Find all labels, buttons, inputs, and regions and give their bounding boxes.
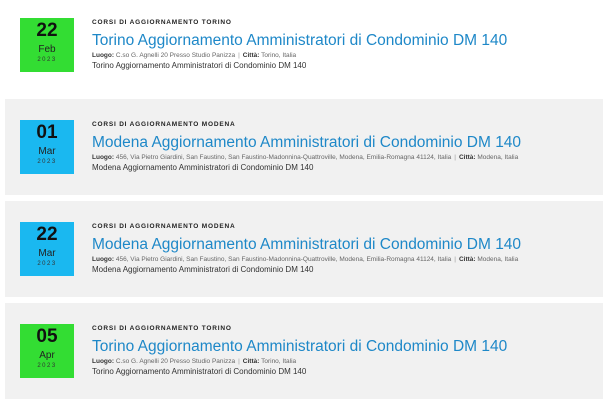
luogo-label: Luogo: (92, 358, 115, 365)
event-category: CORSI DI AGGIORNAMENTO TORINO (92, 19, 232, 26)
event-description: Modena Aggiornamento Amministratori di C… (92, 163, 314, 172)
event-day: 05 (36, 326, 58, 347)
meta-separator: | (454, 154, 456, 161)
luogo-value: C.so G. Agnelli 20 Presso Studio Panizza (115, 52, 236, 59)
event-item: 22 Mar 2023 CORSI DI AGGIORNAMENTO MODEN… (5, 201, 603, 297)
luogo-value: C.so G. Agnelli 20 Presso Studio Panizza (115, 358, 236, 365)
event-description: Torino Aggiornamento Amministratori di C… (92, 367, 307, 376)
citta-value: Torino, Italia (261, 52, 297, 59)
luogo-label: Luogo: (92, 256, 115, 263)
citta-label: Città: (242, 358, 260, 365)
event-content: CORSI DI AGGIORNAMENTO MODENA Modena Agg… (92, 121, 599, 173)
event-title-link[interactable]: Torino Aggiornamento Amministratori di C… (92, 337, 599, 356)
citta-value: Torino, Italia (261, 358, 297, 365)
event-item: 05 Apr 2023 CORSI DI AGGIORNAMENTO TORIN… (5, 303, 603, 399)
event-year: 2023 (37, 159, 57, 165)
event-location: Luogo: C.so G. Agnelli 20 Presso Studio … (92, 357, 599, 366)
meta-separator: | (238, 358, 240, 365)
event-year: 2023 (37, 261, 57, 267)
luogo-label: Luogo: (92, 52, 115, 59)
meta-separator: | (238, 52, 240, 59)
luogo-label: Luogo: (92, 154, 115, 161)
event-day: 22 (36, 20, 58, 41)
event-description: Torino Aggiornamento Amministratori di C… (92, 61, 307, 70)
date-badge: 22 Mar 2023 (20, 222, 74, 276)
event-day: 22 (36, 224, 58, 245)
event-location: Luogo: 456, Via Pietro Giardini, San Fau… (92, 255, 599, 264)
event-category: CORSI DI AGGIORNAMENTO MODENA (92, 223, 236, 230)
date-badge: 22 Feb 2023 (20, 18, 74, 72)
luogo-value: 456, Via Pietro Giardini, San Faustino, … (115, 256, 452, 263)
event-title-link[interactable]: Modena Aggiornamento Amministratori di C… (92, 133, 599, 152)
event-month: Mar (38, 248, 56, 259)
meta-separator: | (454, 256, 456, 263)
event-category: CORSI DI AGGIORNAMENTO TORINO (92, 325, 232, 332)
event-location: Luogo: C.so G. Agnelli 20 Presso Studio … (92, 51, 599, 60)
citta-value: Modena, Italia (477, 154, 519, 161)
event-title-link[interactable]: Torino Aggiornamento Amministratori di C… (92, 31, 599, 50)
citta-label: Città: (458, 154, 476, 161)
luogo-value: 456, Via Pietro Giardini, San Faustino, … (115, 154, 452, 161)
citta-label: Città: (458, 256, 476, 263)
citta-value: Modena, Italia (477, 256, 519, 263)
event-content: CORSI DI AGGIORNAMENTO MODENA Modena Agg… (92, 223, 599, 275)
event-content: CORSI DI AGGIORNAMENTO TORINO Torino Agg… (92, 325, 599, 377)
event-day: 01 (36, 122, 58, 143)
event-title-link[interactable]: Modena Aggiornamento Amministratori di C… (92, 235, 599, 254)
event-description: Modena Aggiornamento Amministratori di C… (92, 265, 314, 274)
date-badge: 05 Apr 2023 (20, 324, 74, 378)
event-item: 01 Mar 2023 CORSI DI AGGIORNAMENTO MODEN… (5, 99, 603, 195)
event-month: Mar (38, 146, 56, 157)
event-month: Feb (38, 44, 56, 55)
date-badge: 01 Mar 2023 (20, 120, 74, 174)
event-year: 2023 (37, 57, 57, 63)
event-category: CORSI DI AGGIORNAMENTO MODENA (92, 121, 236, 128)
event-year: 2023 (37, 363, 57, 369)
event-location: Luogo: 456, Via Pietro Giardini, San Fau… (92, 153, 599, 162)
event-content: CORSI DI AGGIORNAMENTO TORINO Torino Agg… (92, 19, 599, 71)
event-item: 22 Feb 2023 CORSI DI AGGIORNAMENTO TORIN… (5, 0, 603, 96)
citta-label: Città: (242, 52, 260, 59)
event-month: Apr (39, 350, 55, 361)
